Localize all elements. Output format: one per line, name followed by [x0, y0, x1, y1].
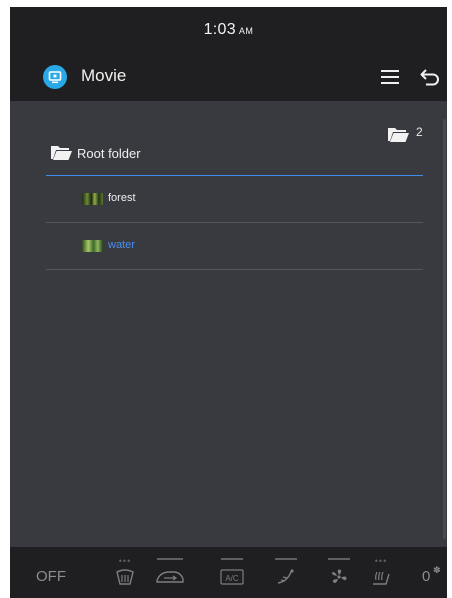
climate-off-button[interactable]: OFF [36, 568, 66, 585]
movie-app-icon [43, 65, 67, 89]
app-bar: Movie [10, 53, 447, 101]
menu-button[interactable] [379, 65, 403, 89]
file-name: forest [108, 192, 136, 204]
file-name: water [108, 239, 135, 251]
screen: 1:03 AM Movie 2 Root folder forest water… [10, 7, 447, 598]
ac-label: A/C [225, 574, 239, 583]
file-row-water[interactable]: water [46, 223, 423, 270]
fan-level-value: 0 [422, 568, 431, 585]
rear-window-defrost-icon [116, 569, 134, 585]
fan-button[interactable] [324, 547, 354, 598]
airflow-mode-button[interactable] [271, 547, 301, 598]
level-bar [221, 558, 243, 560]
water-thumbnail [82, 240, 103, 252]
root-folder-label: Root folder [77, 146, 141, 161]
clock-time: 1:03 [203, 21, 236, 38]
back-arrow-icon [420, 69, 439, 86]
clock-ampm: AM [238, 26, 254, 36]
seat-heat-button[interactable]: ••• [366, 547, 396, 598]
back-button[interactable] [418, 65, 442, 89]
root-folder-row[interactable]: Root folder [46, 137, 423, 176]
level-bar [328, 558, 350, 560]
scrollbar[interactable] [443, 119, 446, 539]
airflow-mode-icon [277, 569, 294, 584]
level-bar [275, 558, 297, 560]
clock: 1:03 AM [10, 21, 447, 39]
folder-open-icon [51, 146, 72, 160]
status-bar: 1:03 AM [10, 7, 447, 53]
file-row-forest[interactable]: forest [46, 176, 423, 223]
fan-small-icon: ✽ [433, 565, 441, 575]
app-title: Movie [81, 66, 127, 85]
hamburger-menu-icon [381, 70, 399, 84]
seat-heat-icon [373, 571, 390, 585]
rear-defrost-button[interactable]: ••• [110, 547, 140, 598]
recirculation-button[interactable] [153, 547, 187, 598]
ac-button[interactable]: A/C [217, 547, 247, 598]
fan-icon [331, 569, 347, 583]
file-browser: 2 Root folder forest water [10, 101, 447, 547]
level-dots: ••• [374, 556, 388, 566]
forest-thumbnail [82, 193, 103, 205]
level-bar [157, 558, 183, 560]
recirculation-icon [156, 571, 184, 583]
climate-bar: OFF ••• A/C ••• 0 ✽ [10, 547, 447, 598]
level-dots: ••• [118, 556, 132, 566]
ac-icon: A/C [220, 569, 244, 585]
